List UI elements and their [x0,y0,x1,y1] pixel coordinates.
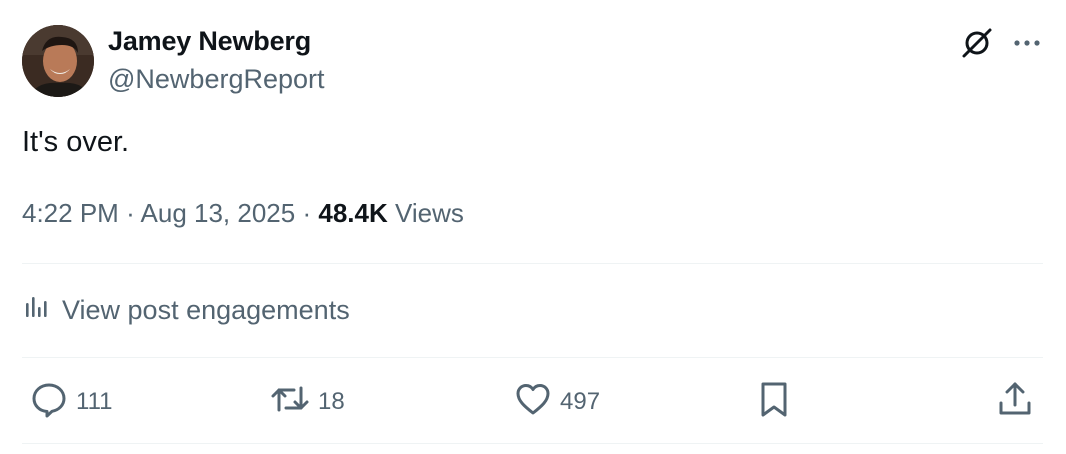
post-time[interactable]: 4:22 PM [22,198,119,228]
repost-count: 18 [318,388,345,415]
action-bar: 111 18 497 [0,380,1066,424]
share-icon [996,379,1042,426]
bookmark-button[interactable] [755,380,801,424]
author-handle[interactable]: @NewbergReport [108,64,325,95]
more-icon[interactable] [1010,30,1044,56]
reply-count: 111 [76,388,113,415]
views-count: 48.4K [318,198,388,228]
repost-icon [270,380,318,425]
avatar[interactable] [22,25,94,97]
reply-icon [30,380,76,425]
meta-separator: · [126,198,135,228]
repost-button[interactable]: 18 [270,380,345,424]
post-meta: 4:22 PM · Aug 13, 2025 · 48.4K Views [22,198,464,229]
view-engagements-label: View post engagements [62,294,350,325]
divider [22,263,1043,264]
bookmark-icon [755,379,801,426]
divider [22,443,1043,444]
post-date[interactable]: Aug 13, 2025 [141,198,296,228]
grok-icon[interactable] [960,26,994,60]
share-button[interactable] [996,380,1042,424]
divider [22,357,1043,358]
like-icon [514,380,560,425]
like-count: 497 [560,388,601,415]
author-name[interactable]: Jamey Newberg [108,26,311,57]
views-label: Views [395,198,464,228]
analytics-icon [22,293,62,328]
reply-button[interactable]: 111 [30,380,112,424]
meta-separator: · [302,198,312,228]
post-text: It's over. [22,126,130,158]
like-button[interactable]: 497 [514,380,600,424]
view-engagements-link[interactable]: View post engagements [22,292,350,328]
